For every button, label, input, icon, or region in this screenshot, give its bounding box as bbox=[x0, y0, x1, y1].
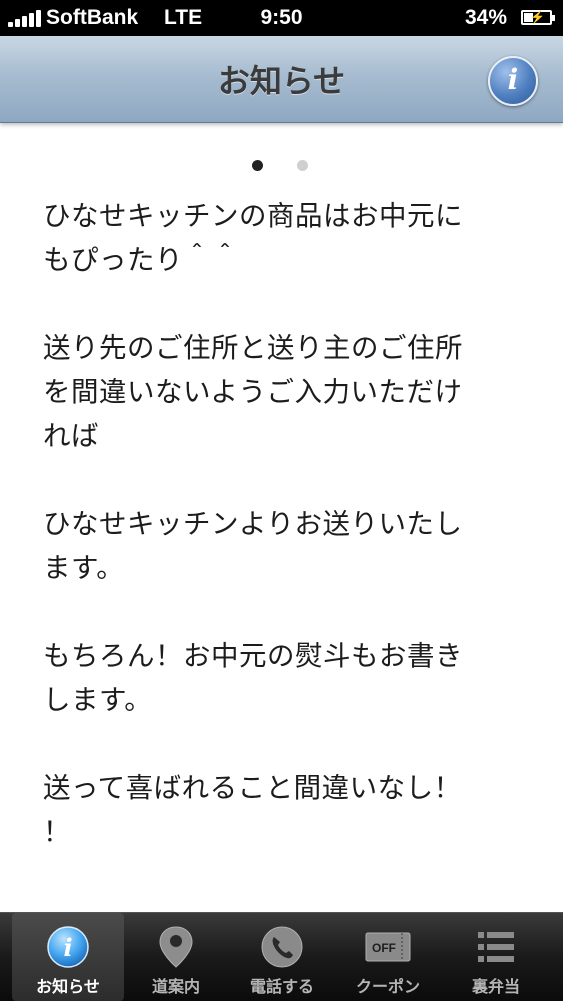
message-line: します。 bbox=[43, 684, 153, 716]
tab-label: クーポン bbox=[355, 977, 420, 996]
message-line: もぴったり＾＾ bbox=[43, 244, 239, 276]
page-dot-active[interactable] bbox=[252, 160, 263, 171]
info-icon: i bbox=[47, 926, 89, 968]
status-bar: SoftBank LTE 9:50 34% ⚡ bbox=[0, 0, 563, 36]
svg-text:i: i bbox=[63, 933, 72, 962]
tab-ura-bento[interactable]: 裏弁当 bbox=[440, 913, 552, 1001]
message-line: ひなせキッチンよりお送りいたし bbox=[43, 508, 463, 540]
page-dot-inactive[interactable] bbox=[297, 160, 308, 171]
news-message: ひなせキッチンの商品はお中元に もぴったり＾＾ 送り先のご住所と送り主のご住所 を間違… bbox=[43, 194, 533, 854]
tab-bar: i お知らせ 道案内 電話する OFF クーポン 裏弁当 bbox=[0, 912, 563, 1001]
tab-label: 電話する bbox=[249, 977, 314, 996]
list-icon bbox=[478, 932, 514, 962]
tab-coupon[interactable]: OFF クーポン bbox=[332, 913, 444, 1001]
map-pin-icon bbox=[159, 926, 193, 968]
message-line: もちろん！お中元の熨斗もお書き bbox=[43, 640, 463, 672]
message-line: ひなせキッチンの商品はお中元に bbox=[43, 200, 463, 232]
message-line: ます。 bbox=[43, 552, 125, 584]
coupon-off-icon: OFF bbox=[365, 932, 411, 962]
tab-label: お知らせ bbox=[36, 977, 100, 996]
page-indicator[interactable] bbox=[252, 160, 312, 172]
page-title: お知らせ bbox=[217, 62, 346, 100]
tab-directions[interactable]: 道案内 bbox=[120, 913, 232, 1001]
battery-charging-icon: ⚡ bbox=[521, 10, 555, 25]
info-icon: i bbox=[507, 63, 519, 96]
message-line: を間違いないようご入力いただけ bbox=[43, 376, 463, 408]
tab-news[interactable]: i お知らせ bbox=[12, 913, 124, 1001]
info-button[interactable]: i bbox=[488, 56, 538, 106]
navigation-bar: お知らせ i bbox=[0, 36, 563, 123]
phone-icon bbox=[261, 926, 303, 968]
battery-percent: 34% bbox=[465, 6, 508, 29]
tab-call[interactable]: 電話する bbox=[226, 913, 338, 1001]
tab-label: 道案内 bbox=[151, 977, 200, 996]
message-line: 送って喜ばれること間違いなし！ bbox=[43, 772, 462, 804]
message-line: 送り先のご住所と送り主のご住所 bbox=[43, 332, 463, 364]
message-line: ！ bbox=[43, 816, 71, 848]
tab-label: 裏弁当 bbox=[471, 977, 520, 996]
message-line: れば bbox=[43, 420, 99, 452]
coupon-icon-text: OFF bbox=[372, 941, 396, 955]
